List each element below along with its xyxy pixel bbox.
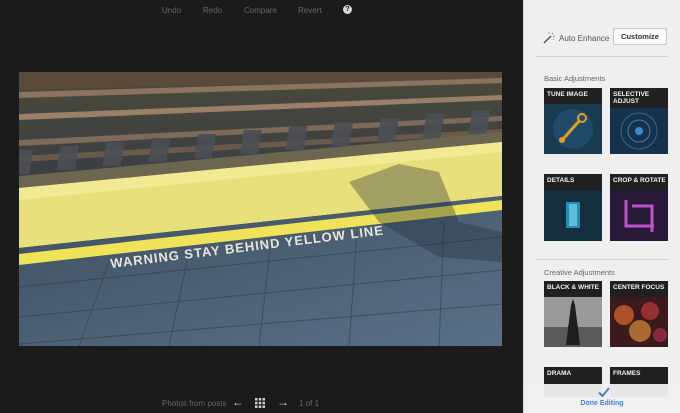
tile-label: CENTER FOCUS xyxy=(613,284,665,291)
bokeh-thumbnail xyxy=(610,297,668,347)
tile-label: CROP & ROTATE xyxy=(613,177,666,184)
edited-photo: WARNING STAY BEHIND YELLOW LINE xyxy=(19,72,502,346)
grid-icon[interactable] xyxy=(255,398,265,408)
editor-canvas-area: Undo Redo Compare Revert ? WARNING STAY … xyxy=(0,0,523,413)
tile-label: FRAMES xyxy=(613,370,641,377)
tile-label: TUNE IMAGE xyxy=(547,91,588,98)
sharpen-icon xyxy=(544,190,602,241)
auto-enhance-label: Auto Enhance xyxy=(559,33,610,43)
divider xyxy=(536,56,668,57)
compare-button[interactable]: Compare xyxy=(244,6,277,15)
customize-button[interactable]: Customize xyxy=(613,28,667,45)
tile-label: SELECTIVE ADJUST xyxy=(613,91,650,105)
undo-button[interactable]: Undo xyxy=(162,6,181,15)
redo-button[interactable]: Redo xyxy=(203,6,222,15)
tile-black-white[interactable]: BLACK & WHITE xyxy=(544,281,602,347)
arrow-left-icon[interactable]: ← xyxy=(231,396,245,408)
tile-center-focus[interactable]: CENTER FOCUS xyxy=(610,281,668,347)
done-editing-button[interactable]: Done Editing xyxy=(524,384,680,413)
edit-toolbar: Undo Redo Compare Revert ? xyxy=(0,5,523,20)
tile-label: DETAILS xyxy=(547,177,575,184)
arrow-right-icon[interactable]: → xyxy=(276,396,290,408)
target-icon xyxy=(610,108,668,154)
page-count: 1 of 1 xyxy=(299,399,320,408)
photo-navigation-bar: Photos from posts ← → 1 of 1 xyxy=(0,396,523,412)
auto-enhance-button[interactable]: Auto Enhance xyxy=(543,32,609,44)
wrench-icon xyxy=(544,104,602,154)
tile-label: BLACK & WHITE xyxy=(547,284,599,291)
basic-adjustments-title: Basic Adjustments xyxy=(544,74,606,83)
help-icon[interactable]: ? xyxy=(343,5,352,14)
tile-selective-adjust[interactable]: SELECTIVE ADJUST xyxy=(610,88,668,154)
divider xyxy=(536,259,668,260)
checkmark-icon xyxy=(598,387,610,398)
eiffel-tower-thumbnail xyxy=(544,297,602,347)
done-editing-label: Done Editing xyxy=(580,400,624,407)
tile-details[interactable]: DETAILS xyxy=(544,174,602,241)
revert-button[interactable]: Revert xyxy=(298,6,322,15)
tile-crop-rotate[interactable]: CROP & ROTATE xyxy=(610,174,668,241)
photo-editor-app: Undo Redo Compare Revert ? WARNING STAY … xyxy=(0,0,680,413)
magic-wand-icon xyxy=(543,32,555,44)
train-platform-photo: WARNING STAY BEHIND YELLOW LINE xyxy=(19,72,502,346)
album-name: Photos from posts xyxy=(162,399,227,408)
tile-tune-image[interactable]: TUNE IMAGE xyxy=(544,88,602,154)
tile-label: DRAMA xyxy=(547,370,572,377)
adjustments-panel: Auto Enhance Customize Basic Adjustments… xyxy=(523,0,680,413)
crop-icon xyxy=(610,190,668,241)
creative-adjustments-title: Creative Adjustments xyxy=(544,268,615,277)
